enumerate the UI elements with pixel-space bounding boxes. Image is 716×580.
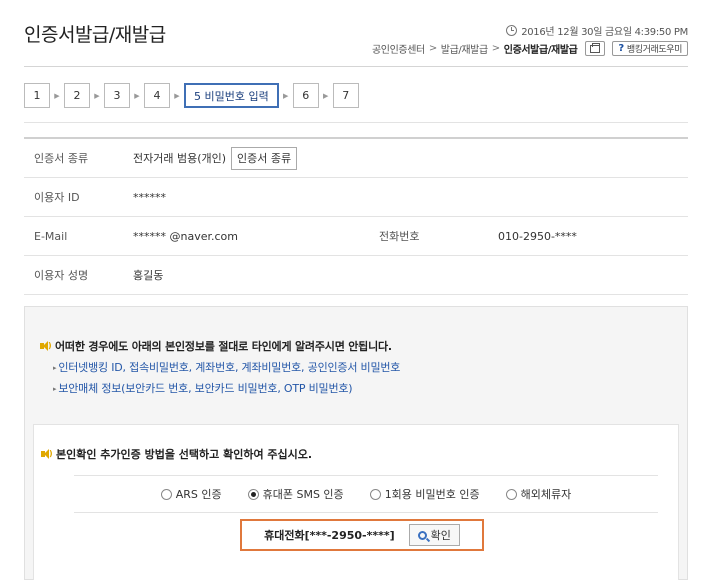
radio-sms[interactable]: 휴대폰 SMS 인증 <box>247 486 344 502</box>
step-arrow-icon: ▶ <box>94 91 100 100</box>
question-icon: ? <box>618 43 624 54</box>
step-arrow-icon: ▶ <box>54 91 60 100</box>
step-3: 3 <box>104 83 130 108</box>
speaker-icon: ) <box>41 448 53 460</box>
phone-label: 전화번호 <box>379 230 420 243</box>
search-icon <box>417 530 427 540</box>
step-5-current: 5 비밀번호 입력 <box>184 83 279 108</box>
datetime-text: 2016년 12월 30일 금요일 4:39:50 PM <box>521 27 688 38</box>
verification-title: ) 본인확인 추가인증 방법을 선택하고 확인하여 주십시오. <box>41 446 312 462</box>
email-label: E-Mail <box>34 229 68 243</box>
divider <box>24 122 688 123</box>
breadcrumb-item[interactable]: 공인인증센터 <box>372 41 425 56</box>
help-label: 뱅킹거래도우미 <box>626 45 683 55</box>
radio-button[interactable] <box>369 488 381 500</box>
radio-label: 해외체류자 <box>520 488 572 501</box>
step-7: 7 <box>332 83 359 108</box>
email-row: E-Mail ****** @naver.com 전화번호 010-2950-*… <box>24 217 688 256</box>
step-1: 1 <box>24 83 50 108</box>
security-notice-box: ) 어떠한 경우에도 아래의 본인정보를 절대로 타인에게 알려주시면 안됩니다… <box>24 306 688 580</box>
radio-label: 1회용 비밀번호 인증 <box>384 488 480 501</box>
confirm-button[interactable]: 확인 <box>408 524 460 546</box>
user-id-label: 이용자 ID <box>34 191 80 204</box>
radio-label: 휴대폰 SMS 인증 <box>262 488 344 501</box>
step-arrow-icon: ▶ <box>283 91 289 100</box>
phone-value: 010-2950-**** <box>498 229 577 243</box>
print-button[interactable] <box>585 41 606 56</box>
help-button[interactable]: ? 뱅킹거래도우미 <box>612 41 688 56</box>
security-warning: ) 어떠한 경우에도 아래의 본인정보를 절대로 타인에게 알려주시면 안됩니다… <box>40 338 400 401</box>
cert-type-label: 인증서 종류 <box>34 152 89 165</box>
breadcrumb: 공인인증센터 > 발급/재발급 > 인증서발급/재발급 ? 뱅킹거래도우미 <box>372 41 688 56</box>
cert-type-value: 전자거래 범용(개인) <box>133 152 227 165</box>
warning-title-text: 어떠한 경우에도 아래의 본인정보를 절대로 타인에게 알려주시면 안됩니다. <box>55 340 392 353</box>
breadcrumb-separator: > <box>428 43 437 54</box>
cert-type-cell: 전자거래 범용(개인) 인증서 종류 <box>129 146 298 170</box>
radio-button[interactable] <box>505 488 517 500</box>
name-row: 이용자 성명 홍길동 <box>24 256 688 295</box>
warning-title: ) 어떠한 경우에도 아래의 본인정보를 절대로 타인에게 알려주시면 안됩니다… <box>40 338 400 354</box>
email-value: ****** @naver.com <box>133 229 238 243</box>
user-id-row: 이용자 ID ****** <box>24 178 688 217</box>
radio-otp[interactable]: 1회용 비밀번호 인증 <box>369 486 480 502</box>
radio-overseas[interactable]: 해외체류자 <box>505 486 572 502</box>
step-arrow-icon: ▶ <box>323 91 329 100</box>
certificate-info-table: 인증서 종류 전자거래 범용(개인) 인증서 종류 이용자 ID ****** … <box>24 137 688 295</box>
breadcrumb-item[interactable]: 발급/재발급 <box>441 41 488 56</box>
datetime: 2016년 12월 30일 금요일 4:39:50 PM <box>506 23 688 38</box>
clock-icon <box>506 25 518 36</box>
printer-icon <box>590 42 601 53</box>
cert-type-button[interactable]: 인증서 종류 <box>231 146 298 170</box>
verification-title-text: 본인확인 추가인증 방법을 선택하고 확인하여 주십시오. <box>56 448 313 461</box>
page-title: 인증서발급/재발급 <box>24 24 166 46</box>
speaker-icon: ) <box>40 340 52 352</box>
name-label: 이용자 성명 <box>34 269 89 282</box>
warning-item: 보안매체 정보(보안카드 번호, 보안카드 비밀번호, OTP 비밀번호) <box>53 380 400 396</box>
verification-panel: ) 본인확인 추가인증 방법을 선택하고 확인하여 주십시오. ARS 인증 휴… <box>33 424 679 580</box>
radio-label: ARS 인증 <box>175 488 222 501</box>
warning-item: 인터넷뱅킹 ID, 접속비밀번호, 계좌번호, 계좌비밀번호, 공인인증서 비밀… <box>53 359 400 375</box>
user-id-value: ****** <box>133 190 166 204</box>
step-2: 2 <box>64 83 90 108</box>
warning-list: 인터넷뱅킹 ID, 접속비밀번호, 계좌번호, 계좌비밀번호, 공인인증서 비밀… <box>40 359 400 396</box>
step-arrow-icon: ▶ <box>174 91 180 100</box>
radio-button-checked[interactable] <box>247 488 259 500</box>
phone-confirm-box: 휴대전화[***-2950-****] 확인 <box>240 519 484 551</box>
radio-ars[interactable]: ARS 인증 <box>160 486 222 502</box>
cert-type-row: 인증서 종류 전자거래 범용(개인) 인증서 종류 <box>24 139 688 178</box>
confirm-label: 확인 <box>430 529 451 542</box>
breadcrumb-current: 인증서발급/재발급 <box>503 45 578 56</box>
radio-button[interactable] <box>160 488 172 500</box>
breadcrumb-separator: > <box>491 43 500 54</box>
step-indicator: 1 ▶ 2 ▶ 3 ▶ 4 ▶ 5 비밀번호 입력 ▶ 6 ▶ 7 <box>24 83 359 108</box>
verification-method-options: ARS 인증 휴대폰 SMS 인증 1회용 비밀번호 인증 해외체류자 <box>74 475 658 513</box>
mobile-phone-label: 휴대전화[***-2950-****] <box>264 529 395 542</box>
step-4: 4 <box>144 83 170 108</box>
step-arrow-icon: ▶ <box>134 91 140 100</box>
divider <box>24 66 688 67</box>
step-6: 6 <box>292 83 319 108</box>
name-value: 홍길동 <box>133 269 164 282</box>
